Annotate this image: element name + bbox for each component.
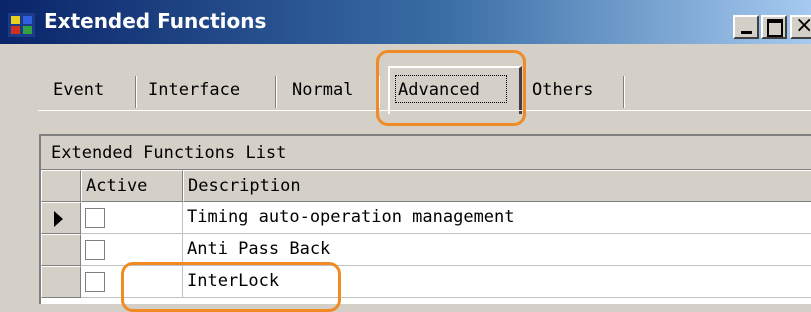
row-pointer-icon: [54, 211, 63, 227]
row-selector[interactable]: [41, 202, 81, 234]
active-checkbox[interactable]: [85, 240, 105, 260]
active-cell: [81, 202, 183, 234]
tab-separator: [135, 76, 137, 108]
close-button[interactable]: ×: [790, 15, 811, 39]
tab-others[interactable]: Others: [532, 76, 593, 104]
maximize-button[interactable]: [761, 15, 787, 39]
description-cell[interactable]: InterLock: [183, 266, 811, 298]
description-cell[interactable]: Anti Pass Back: [183, 234, 811, 266]
description-cell[interactable]: Timing auto-operation management: [183, 202, 811, 234]
row-selector[interactable]: [41, 234, 81, 266]
tab-separator: [275, 76, 277, 108]
extended-functions-grid[interactable]: Extended Functions List Active Descripti…: [39, 134, 811, 304]
row-header-corner: [41, 170, 81, 202]
active-checkbox[interactable]: [85, 272, 105, 292]
active-cell: [81, 266, 183, 298]
app-window-icon: [8, 13, 35, 37]
table-row[interactable]: Timing auto-operation management: [41, 202, 811, 234]
window-title: Extended Functions: [44, 9, 267, 33]
title-bar[interactable]: Extended Functions ×: [0, 0, 811, 44]
tab-focus-rect: [395, 75, 507, 103]
tab-separator: [623, 76, 625, 108]
table-row[interactable]: Anti Pass Back: [41, 234, 811, 266]
table-row[interactable]: InterLock: [41, 266, 811, 298]
tab-normal[interactable]: Normal: [292, 76, 353, 104]
column-header-active[interactable]: Active: [81, 170, 183, 202]
close-icon: ×: [795, 13, 811, 38]
grid-header-row: Active Description: [41, 170, 811, 202]
active-checkbox[interactable]: [85, 208, 105, 228]
active-cell: [81, 234, 183, 266]
grid-caption: Extended Functions List: [41, 136, 811, 170]
tab-separator: [378, 76, 380, 108]
tab-event[interactable]: Event: [53, 76, 104, 104]
tab-interface[interactable]: Interface: [148, 76, 240, 104]
row-selector[interactable]: [41, 266, 81, 298]
minimize-button[interactable]: [733, 15, 759, 39]
column-header-description[interactable]: Description: [183, 170, 811, 202]
